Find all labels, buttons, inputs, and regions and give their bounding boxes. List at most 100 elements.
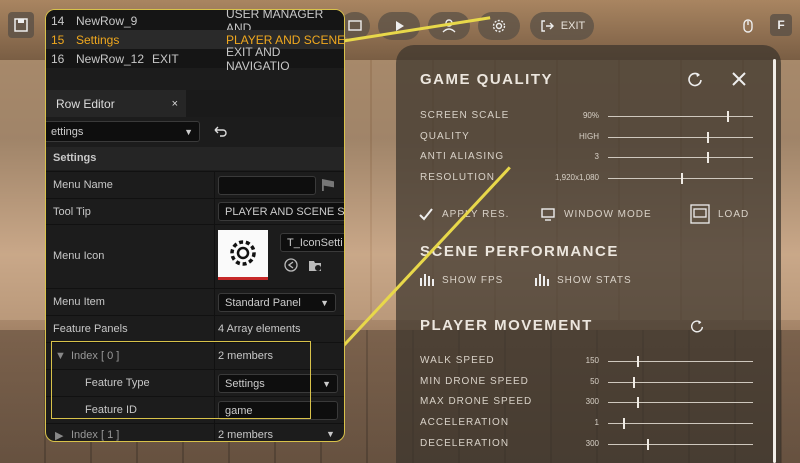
chevron-down-icon[interactable]: ▼ — [326, 429, 335, 439]
tab-row-editor[interactable]: Row Editor × — [46, 90, 186, 117]
use-selected-icon[interactable] — [284, 258, 298, 272]
collapse-arrow-icon[interactable]: ▶ — [55, 429, 63, 441]
quality-slider-handle[interactable] — [680, 173, 683, 185]
movement-slider[interactable] — [608, 356, 753, 367]
back-arrow-icon[interactable] — [212, 123, 228, 139]
f-key-badge: F — [770, 14, 792, 36]
quality-slider[interactable] — [608, 111, 753, 122]
exit-icon — [541, 20, 554, 32]
row-description: EXIT AND NAVIGATIO — [226, 44, 290, 73]
settings-panel: GAME QUALITY SCREEN SCALE 90% QUALITY HIGH A… — [396, 45, 781, 463]
reset-icon[interactable] — [686, 70, 704, 88]
tooltip-row: Tool Tip PLAYER AND SCENE SE — [46, 198, 344, 224]
tab-label: Row Editor — [56, 96, 115, 111]
movement-slider[interactable] — [608, 376, 753, 388]
quality-slider[interactable] — [608, 131, 753, 143]
quality-value: 3 — [594, 152, 599, 162]
movement-slider-handle[interactable] — [622, 418, 625, 430]
data-table-rows: 14 NewRow_9 USER MANAGER AND 15 Settings… — [46, 10, 344, 73]
bars-icon — [420, 274, 434, 286]
tab-close-icon[interactable]: × — [172, 98, 178, 110]
field-label: Tool Tip — [53, 206, 91, 218]
field-label: Feature Panels — [53, 323, 128, 335]
show-fps-button[interactable]: SHOW FPS — [420, 274, 503, 286]
movement-value: 300 — [585, 397, 599, 407]
flag-icon[interactable] — [322, 179, 334, 191]
settings-section-header: Settings — [46, 147, 344, 170]
row-number: 14 — [51, 13, 65, 28]
movement-value: 300 — [585, 438, 599, 448]
chevron-down-icon: ▼ — [322, 378, 331, 389]
movement-slider-handle[interactable] — [637, 397, 639, 409]
player-movement-title: PLAYER MOVEMENT — [420, 317, 593, 334]
quality-slider[interactable] — [608, 173, 753, 185]
tooltip-input[interactable]: PLAYER AND SCENE SE — [218, 202, 344, 221]
quality-value: 1,920x1,080 — [554, 173, 599, 183]
movement-slider-handle[interactable] — [637, 356, 639, 367]
movement-value: 1 — [594, 418, 599, 428]
row-select-value: ettings — [51, 125, 84, 138]
quality-label: ANTI ALIASING — [420, 151, 505, 163]
row-name: NewRow_12 — [76, 51, 145, 66]
menu-icon-row: Menu Icon T_IconSetti — [46, 224, 344, 288]
feature-panels-row: Feature Panels 4 Array elements — [46, 315, 344, 342]
row-name: Settings — [76, 32, 120, 47]
movement-label: DECELERATION — [420, 437, 510, 449]
menu-item-value: Standard Panel — [225, 296, 301, 309]
row-number: 16 — [51, 51, 65, 66]
tab-bar: Row Editor × — [46, 90, 344, 117]
show-fps-label: SHOW FPS — [442, 274, 504, 286]
load-button[interactable]: LOAD — [690, 204, 749, 224]
row-name: NewRow_9 — [76, 13, 138, 28]
index-1-row[interactable]: ▶ Index [ 1 ] 2 members ▼ — [46, 423, 344, 441]
quality-value: HIGH — [579, 131, 599, 141]
index-members: 2 members — [218, 429, 274, 441]
movement-label: WALK SPEED — [420, 355, 495, 366]
panel-scrollbar[interactable] — [773, 59, 776, 463]
movement-value: 150 — [585, 356, 599, 365]
table-row[interactable]: 16 NewRow_12 EXIT EXIT AND NAVIGATIO — [46, 45, 344, 73]
feature-panels-count: 4 Array elements — [218, 323, 301, 335]
movement-value: 50 — [590, 376, 599, 386]
quality-slider[interactable] — [608, 152, 753, 164]
quality-slider-handle[interactable] — [706, 152, 709, 164]
gear-thumbnail-icon — [230, 240, 256, 266]
field-label: Menu Icon — [53, 250, 105, 262]
row-extra: EXIT — [152, 51, 179, 66]
movement-label: MIN DRONE SPEED — [420, 375, 529, 387]
icon-asset-field[interactable]: T_IconSetti — [280, 233, 344, 252]
movement-slider[interactable] — [608, 418, 753, 430]
movement-reset-icon[interactable] — [689, 318, 705, 334]
exit-button[interactable]: EXIT — [530, 12, 594, 40]
browse-folder-icon[interactable] — [308, 258, 322, 272]
row-select-combo[interactable]: ettings ▼ — [46, 121, 200, 142]
show-stats-label: SHOW STATS — [557, 274, 632, 286]
quality-label: SCREEN SCALE — [420, 110, 510, 121]
exit-label: EXIT — [560, 20, 586, 32]
index-label: Index [ 1 ] — [71, 429, 120, 441]
icon-thumbnail[interactable] — [218, 230, 268, 280]
field-label: Menu Name — [53, 179, 113, 191]
monitor-icon — [541, 208, 555, 221]
quality-slider-handle[interactable] — [706, 131, 709, 143]
quality-label: RESOLUTION — [420, 172, 496, 184]
movement-slider-handle[interactable] — [647, 438, 650, 450]
table-row[interactable]: 14 NewRow_9 USER MANAGER AND — [46, 10, 344, 35]
section-title: Settings — [53, 152, 97, 164]
quality-slider-handle[interactable] — [726, 111, 729, 122]
save-icon[interactable] — [8, 12, 34, 38]
scene-performance-title: SCENE PERFORMANCE — [420, 243, 619, 260]
movement-label: MAX DRONE SPEED — [420, 396, 533, 408]
menu-name-input[interactable] — [218, 176, 316, 195]
menu-name-row: Menu Name — [46, 171, 344, 198]
menu-item-select[interactable]: Standard Panel ▼ — [218, 293, 336, 312]
movement-slider[interactable] — [608, 397, 753, 409]
quality-value: 90% — [582, 111, 599, 120]
movement-slider[interactable] — [608, 438, 753, 450]
show-stats-button[interactable]: SHOW STATS — [535, 274, 632, 286]
stats-bars-icon — [535, 274, 549, 286]
close-icon[interactable] — [730, 70, 748, 88]
window-mode-button[interactable]: WINDOW MODE — [540, 206, 652, 222]
window-mode-label: WINDOW MODE — [564, 208, 652, 220]
movement-slider-handle[interactable] — [632, 376, 635, 388]
